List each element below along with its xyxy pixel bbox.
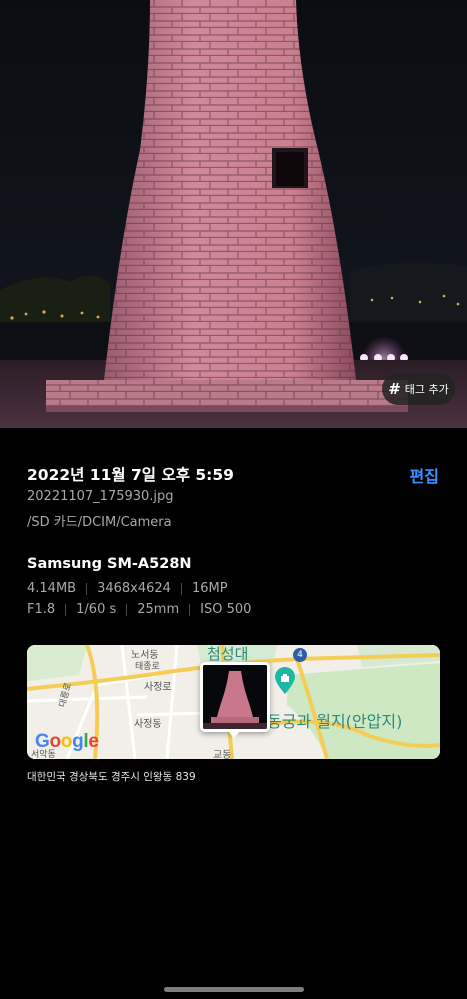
iso: ISO 500 [200, 602, 252, 617]
file-path: /SD 카드/DCIM/Camera [27, 515, 172, 530]
google-letter: o [49, 731, 61, 752]
resolution: 3468x4624 [97, 581, 171, 596]
file-size: 4.14MB [27, 581, 77, 596]
home-indicator[interactable] [164, 987, 304, 992]
google-letter: G [35, 731, 50, 752]
location-map[interactable]: 노서동 태종로 사정로 사정동 대릉로 서악동 교동 4 첨성대 동궁과 월지(… [27, 645, 440, 759]
add-tag-button[interactable]: # 태그 추가 [382, 373, 455, 405]
map-label: 사정로 [144, 682, 172, 693]
photo-location-thumbnail[interactable] [200, 662, 270, 732]
divider [65, 603, 67, 616]
divider [86, 582, 88, 595]
thumbnail-image [203, 665, 267, 729]
exposure-specs-row: F1.8 1/60 s 25mm ISO 500 [27, 602, 251, 617]
cheomseongdae-photo [0, 0, 467, 428]
google-letter: e [88, 731, 99, 752]
aperture: F1.8 [27, 602, 56, 617]
photo-preview[interactable]: # 태그 추가 [0, 0, 467, 428]
file-name: 20221107_175930.jpg [27, 489, 174, 504]
add-tag-label: 태그 추가 [404, 383, 449, 396]
route-shield: 4 [293, 648, 307, 662]
thumbnail-pointer [227, 730, 241, 738]
photo-datetime: 2022년 11월 7일 오후 5:59 [27, 466, 234, 484]
camera-model: Samsung SM-A528N [27, 556, 192, 572]
divider [189, 603, 191, 616]
map-label: 사정동 [134, 719, 162, 730]
file-specs-row: 4.14MB 3468x4624 16MP [27, 581, 228, 596]
divider [180, 582, 182, 595]
map-label-palace: 동궁과 월지(안압지) [267, 712, 403, 731]
location-address: 대한민국 경상북도 경주시 인왕동 839 [27, 771, 196, 783]
megapixels: 16MP [191, 581, 228, 596]
google-logo: Google [35, 731, 99, 753]
map-label: 태종로 [135, 662, 160, 672]
divider [126, 603, 128, 616]
map-label: 교동 [213, 750, 232, 759]
map-pin-icon [275, 667, 295, 694]
hash-icon: # [388, 379, 401, 398]
google-letter: o [60, 731, 73, 752]
focal-length: 25mm [137, 602, 180, 617]
google-letter: g [72, 731, 84, 752]
shutter-speed: 1/60 s [76, 602, 117, 617]
edit-button[interactable]: 편집 [410, 463, 439, 487]
